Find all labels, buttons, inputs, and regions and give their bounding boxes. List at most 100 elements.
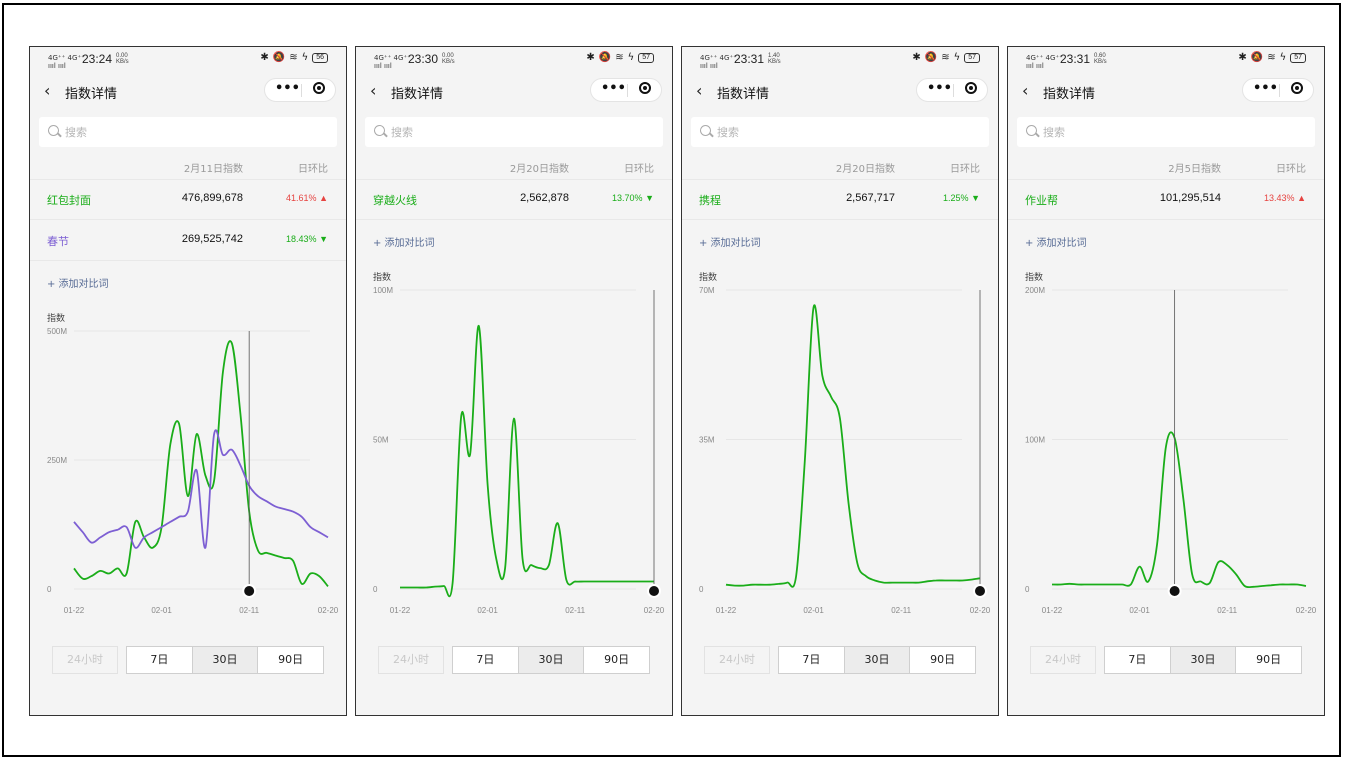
mute-icon: 🔕 — [598, 52, 612, 63]
series-line-green — [73, 340, 329, 587]
date-column-header: 2月5日指数 — [1168, 164, 1221, 175]
close-target-icon[interactable] — [639, 82, 651, 94]
back-arrow-icon[interactable]: ‹ — [44, 81, 50, 100]
tab-group: 7日 30日 90日 — [778, 646, 976, 674]
date-column-header: 2月20日指数 — [509, 164, 569, 175]
signal-icon: 4G⁺⁺ 4G⁺⁺ ıııl ıııl — [374, 54, 411, 70]
tab-90d[interactable]: 90日 — [258, 647, 323, 673]
tab-30d[interactable]: 30日 — [518, 647, 585, 673]
table-header: 2月20日指数 日环比 — [682, 151, 998, 180]
add-compare-link[interactable]: + 添加对比词 — [1025, 234, 1087, 249]
tab-group: 7日 30日 90日 — [1104, 646, 1302, 674]
y-tick-label: 50M — [373, 436, 389, 445]
y-axis-title: 指数 — [699, 273, 718, 283]
up-arrow-icon: ▲ — [1297, 193, 1306, 203]
capsule-divider — [1279, 84, 1280, 97]
table-header: 2月20日指数 日环比 — [356, 151, 672, 180]
more-dots-icon[interactable]: ••• — [601, 81, 626, 96]
battery-icon: 57 — [964, 52, 980, 63]
network-speed: 0.00 KB/s — [442, 53, 455, 65]
search-input[interactable]: 搜索 — [691, 117, 989, 147]
index-row[interactable]: 携程 2,567,717 1.25% ▼ — [682, 179, 998, 220]
y-tick-label: 200M — [1025, 286, 1045, 295]
y-axis-title: 指数 — [1025, 273, 1044, 283]
more-dots-icon[interactable]: ••• — [1253, 81, 1278, 96]
status-bar: 4G⁺⁺ 4G⁺⁺ ıııl ıııl 23:24 0.00 KB/s ✱ 🔕 ≋ … — [30, 47, 346, 73]
index-row[interactable]: 红包封面 476,899,678 41.61% ▲ — [30, 179, 346, 220]
back-arrow-icon[interactable]: ‹ — [370, 81, 376, 100]
up-arrow-icon: ▲ — [319, 193, 328, 203]
more-dots-icon[interactable]: ••• — [927, 81, 952, 96]
tab-7d[interactable]: 7日 — [453, 647, 519, 673]
daily-ratio: 18.43% ▼ — [286, 234, 328, 244]
daily-ratio: 1.25% ▼ — [943, 193, 980, 203]
tab-30d[interactable]: 30日 — [844, 647, 911, 673]
status-bar: 4G⁺⁺ 4G⁺⁺ ıııl ıııl 23:31 1.40 KB/s ✱ 🔕 ≋ … — [682, 47, 998, 73]
keyword-name: 春节 — [47, 235, 69, 248]
tab-7d[interactable]: 7日 — [127, 647, 193, 673]
add-compare-link[interactable]: + 添加对比词 — [699, 234, 761, 249]
network-speed: 1.40 KB/s — [768, 53, 781, 65]
ratio-column-header: 日环比 — [1276, 164, 1306, 175]
search-placeholder: 搜索 — [717, 126, 739, 139]
search-input[interactable]: 搜索 — [1017, 117, 1315, 147]
x-tick-label: 02-01 — [803, 606, 824, 615]
page-title: 指数详情 — [65, 87, 118, 102]
tab-90d[interactable]: 90日 — [584, 647, 649, 673]
status-bar: 4G⁺⁺ 4G⁺⁺ ıııl ıııl 23:31 0.60 KB/s ✱ 🔕 ≋ … — [1008, 47, 1324, 73]
index-row[interactable]: 穿越火线 2,562,878 13.70% ▼ — [356, 179, 672, 220]
tab-90d[interactable]: 90日 — [1236, 647, 1301, 673]
phone-screen-4: 4G⁺⁺ 4G⁺⁺ ıııl ıııl 23:31 0.60 KB/s ✱ 🔕 ≋ … — [1007, 46, 1325, 716]
wifi-icon: ≋ — [289, 52, 298, 63]
index-row[interactable]: 春节 269,525,742 18.43% ▼ — [30, 220, 346, 261]
mini-program-capsule: ••• — [264, 78, 336, 102]
search-input[interactable]: 搜索 — [365, 117, 663, 147]
charging-icon: ϟ — [1279, 52, 1287, 63]
search-icon — [48, 125, 59, 136]
y-tick-label: 0 — [1025, 585, 1030, 594]
mute-icon: 🔕 — [272, 52, 286, 63]
page-title: 指数详情 — [391, 87, 444, 102]
cursor-marker[interactable] — [975, 586, 985, 596]
ratio-column-header: 日环比 — [298, 164, 328, 175]
signal-icon: 4G⁺⁺ 4G⁺⁺ ıııl ıııl — [48, 54, 85, 70]
close-target-icon[interactable] — [313, 82, 325, 94]
battery-icon: 57 — [638, 52, 654, 63]
tab-7d[interactable]: 7日 — [779, 647, 845, 673]
nav-bar: ‹ 指数详情 ••• — [30, 77, 346, 107]
capsule-divider — [301, 84, 302, 97]
tab-7d[interactable]: 7日 — [1105, 647, 1171, 673]
cursor-marker[interactable] — [1169, 586, 1180, 596]
phone-screen-1: 4G⁺⁺ 4G⁺⁺ ıııl ıııl 23:24 0.00 KB/s ✱ 🔕 ≋ … — [29, 46, 347, 716]
tab-30d[interactable]: 30日 — [192, 647, 259, 673]
keyword-name: 穿越火线 — [373, 194, 417, 207]
daily-ratio: 13.43% ▲ — [1264, 193, 1306, 203]
nav-bar: ‹ 指数详情 ••• — [356, 77, 672, 107]
close-target-icon[interactable] — [1291, 82, 1303, 94]
ratio-column-header: 日环比 — [624, 164, 654, 175]
back-arrow-icon[interactable]: ‹ — [696, 81, 702, 100]
charging-icon: ϟ — [627, 52, 635, 63]
battery-icon: 57 — [1290, 52, 1306, 63]
add-compare-link[interactable]: + 添加对比词 — [47, 275, 109, 290]
date-column-header: 2月11日指数 — [183, 164, 243, 175]
x-tick-label: 02-01 — [477, 606, 498, 615]
index-row[interactable]: 作业帮 101,295,514 13.43% ▲ — [1008, 179, 1324, 220]
time-range-tabs: 24小时 7日 30日 90日 — [356, 646, 672, 676]
search-input[interactable]: 搜索 — [39, 117, 337, 147]
back-arrow-icon[interactable]: ‹ — [1022, 81, 1028, 100]
cursor-marker[interactable] — [649, 586, 659, 596]
status-icons: ✱ 🔕 ≋ ϟ 57 — [1238, 52, 1306, 63]
close-target-icon[interactable] — [965, 82, 977, 94]
signal-icon: 4G⁺⁺ 4G⁺⁺ ıııl ıııl — [700, 54, 737, 70]
tab-90d[interactable]: 90日 — [910, 647, 975, 673]
tab-group: 7日 30日 90日 — [126, 646, 324, 674]
cursor-marker[interactable] — [244, 586, 255, 596]
y-tick-label: 0 — [373, 585, 378, 594]
x-tick-label: 02-11 — [239, 606, 259, 615]
more-dots-icon[interactable]: ••• — [275, 81, 300, 96]
mute-icon: 🔕 — [1250, 52, 1264, 63]
add-compare-link[interactable]: + 添加对比词 — [373, 234, 435, 249]
tab-30d[interactable]: 30日 — [1170, 647, 1237, 673]
x-tick-label: 01-22 — [64, 606, 85, 615]
